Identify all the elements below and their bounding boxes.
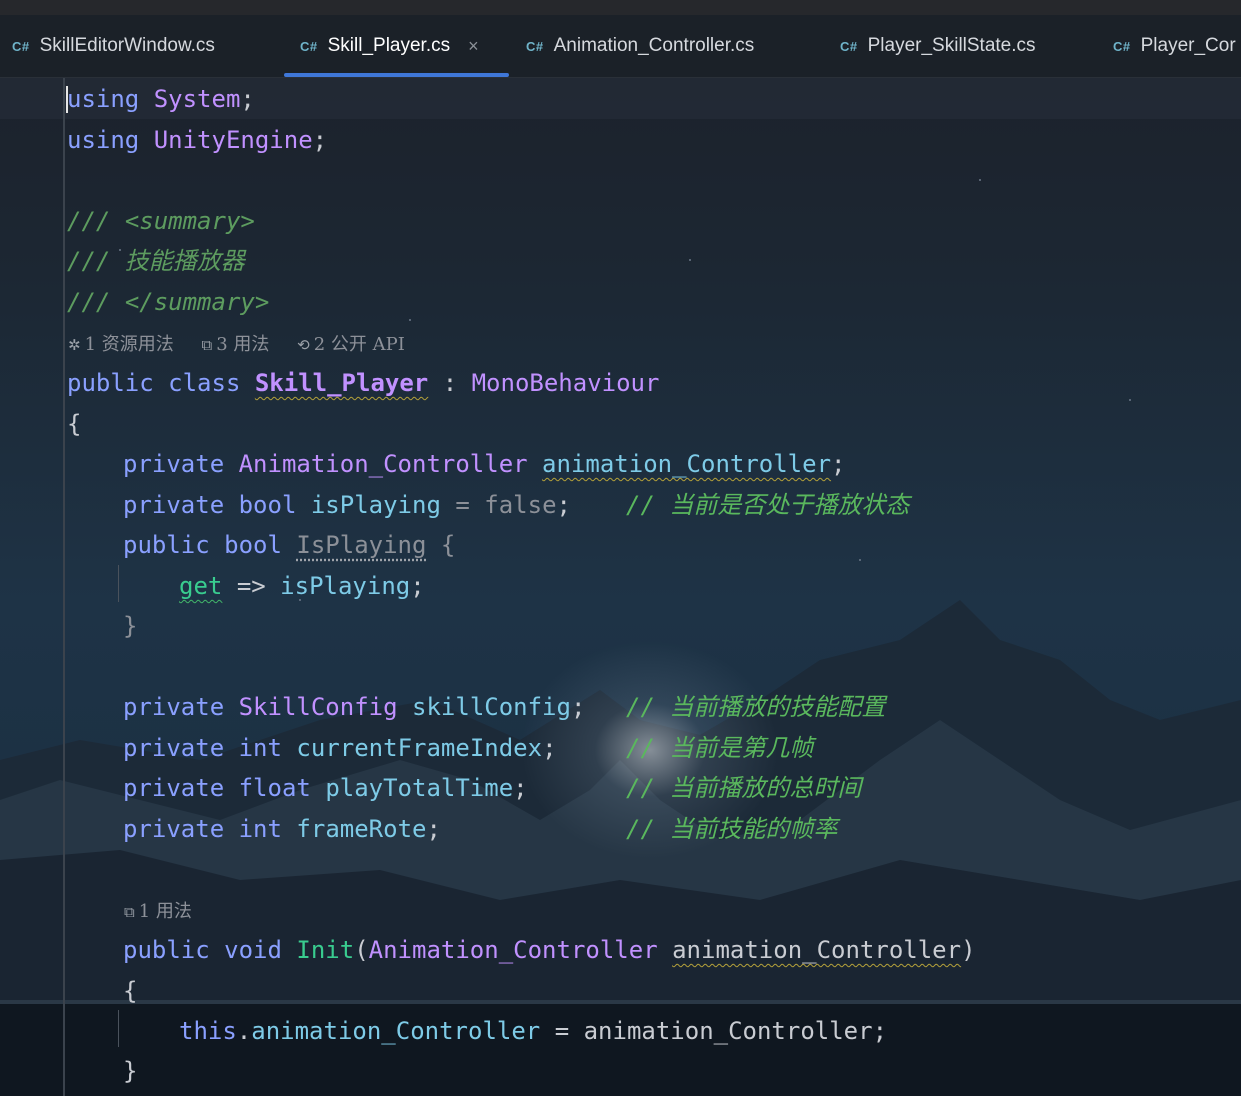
public-api-hint[interactable]: ⟲ 2 公开 API: [297, 334, 405, 355]
indent-guide: [118, 1010, 119, 1047]
code-vision-hints: ⧉ 1 用法: [124, 897, 214, 927]
indent-guide: [118, 565, 119, 602]
code-line-method-declaration: public void Init(Animation_Controller an…: [123, 936, 976, 964]
tab-label: Player_SkillState.cs: [867, 35, 1036, 56]
code-line-brace: }: [123, 612, 138, 640]
tab-label: Skill_Player.cs: [327, 35, 451, 56]
unity-resource-icon: ✲: [68, 336, 81, 354]
csharp-file-icon: C#: [300, 38, 318, 54]
code-line-brace: {: [67, 410, 82, 438]
doc-comment-line: /// </summary>: [67, 288, 270, 316]
csharp-file-icon: C#: [1113, 38, 1131, 54]
code-line-field: private SkillConfig skillConfig;: [123, 693, 586, 721]
code-line-class-declaration: public class Skill_Player : MonoBehaviou…: [67, 369, 660, 397]
gutter-separator: [63, 78, 65, 1096]
code-vision-hints: ✲ 1 资源用法 ⧉ 3 用法 ⟲ 2 公开 API: [68, 330, 427, 360]
code-comment: // 当前是第几帧: [626, 734, 814, 762]
tab-label: SkillEditorWindow.cs: [39, 35, 215, 56]
code-line-2: using UnityEngine;: [67, 126, 328, 154]
code-line-field: private bool isPlaying = false;: [123, 491, 571, 519]
usages-hint[interactable]: ⧉ 3 用法: [202, 334, 270, 355]
usage-icon: ⧉: [201, 336, 213, 354]
code-line-brace: {: [123, 977, 138, 1005]
code-line-field: private int frameRote;: [123, 815, 441, 843]
usage-icon: ⧉: [124, 903, 135, 921]
code-comment: // 当前是否处于播放状态: [626, 491, 910, 519]
code-line-field: private float playTotalTime;: [123, 774, 528, 802]
code-line-property: public bool IsPlaying {: [123, 531, 456, 559]
code-comment: // 当前技能的帧率: [626, 815, 838, 843]
code-comment: // 当前播放的技能配置: [626, 693, 886, 721]
tab-label: Player_Cor: [1140, 35, 1236, 56]
code-line-assignment: this.animation_Controller = animation_Co…: [179, 1017, 888, 1045]
tab-player-skill-state[interactable]: C# Player_SkillState.cs: [840, 15, 1036, 77]
usages-hint[interactable]: ⧉ 1 用法: [124, 901, 192, 922]
code-line-brace: }: [123, 1057, 138, 1085]
doc-comment-line: /// 技能播放器: [67, 247, 245, 275]
code-comment: // 当前播放的总时间: [626, 774, 862, 802]
editor-tab-bar: C# SkillEditorWindow.cs C# Skill_Player.…: [0, 15, 1241, 78]
csharp-file-icon: C#: [840, 38, 858, 54]
resource-usages-hint[interactable]: ✲ 1 资源用法: [68, 334, 174, 355]
title-strip: [0, 0, 1241, 15]
csharp-file-icon: C#: [526, 38, 544, 54]
tab-skill-player[interactable]: C# Skill_Player.cs ×: [300, 15, 479, 77]
code-line-field: private int currentFrameIndex;: [123, 734, 557, 762]
active-tab-indicator: [284, 73, 509, 77]
text-cursor: [66, 86, 68, 113]
csharp-file-icon: C#: [12, 38, 30, 54]
doc-comment-line: /// <summary>: [67, 207, 255, 235]
code-line-1: using System;: [67, 85, 255, 113]
api-icon: ⟲: [297, 336, 310, 354]
tab-label: Animation_Controller.cs: [553, 35, 755, 56]
tab-player-controller[interactable]: C# Player_Cor: [1113, 15, 1236, 77]
code-editor[interactable]: using System; using UnityEngine; /// <su…: [0, 78, 1241, 1096]
code-line-field: private Animation_Controller animation_C…: [123, 450, 846, 478]
tab-skill-editor-window[interactable]: C# SkillEditorWindow.cs: [12, 15, 215, 77]
code-line-getter: get => isPlaying;: [179, 572, 425, 600]
tab-animation-controller[interactable]: C# Animation_Controller.cs: [526, 15, 754, 77]
close-icon[interactable]: ×: [468, 36, 479, 57]
